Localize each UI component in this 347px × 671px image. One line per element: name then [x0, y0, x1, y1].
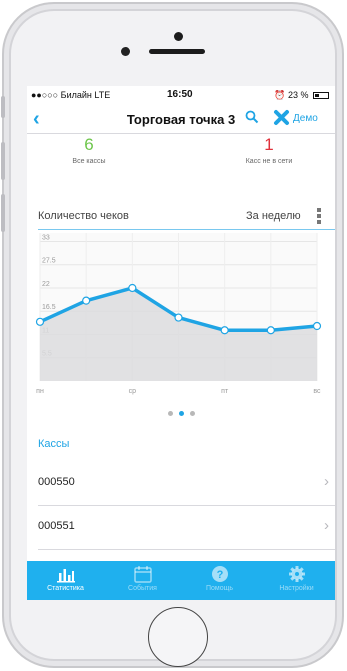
- chevron-right-icon: ›: [324, 473, 329, 490]
- chevron-right-icon: ›: [324, 517, 329, 534]
- demo-button[interactable]: Демо: [293, 113, 318, 124]
- more-menu-icon[interactable]: [317, 208, 321, 224]
- tab-bar: Статистика События ? Помощь Настройки: [27, 561, 335, 600]
- battery-icon: [313, 92, 329, 100]
- clock: 16:50: [167, 89, 193, 100]
- volume-up-button: [1, 142, 5, 180]
- page-dot[interactable]: [167, 411, 173, 416]
- data-point: [82, 296, 91, 305]
- tab-label: Статистика: [47, 585, 84, 592]
- x-tick-label: пн: [36, 388, 44, 395]
- stat-value: 1: [264, 135, 274, 154]
- battery-percent: 23 %: [287, 90, 309, 100]
- stat-label: Касс не в сети: [245, 158, 293, 165]
- y-tick-label: 16.5: [42, 304, 56, 311]
- home-button[interactable]: [148, 607, 208, 667]
- status-bar: ●●○○○ Билайн LTE 16:50 ⏰ 23 %: [27, 86, 335, 104]
- volume-down-button: [1, 194, 5, 232]
- registers-section-title: Кассы: [38, 438, 70, 450]
- calendar-icon: [133, 566, 152, 583]
- data-point: [220, 326, 229, 335]
- period-selector[interactable]: За неделю: [246, 210, 301, 222]
- stat-all-registers[interactable]: 6 Все кассы: [29, 135, 149, 166]
- tab-help[interactable]: ? Помощь: [181, 561, 258, 600]
- data-point: [128, 283, 137, 293]
- tab-label: Помощь: [205, 585, 234, 592]
- data-point: [174, 313, 183, 322]
- stat-label: Все кассы: [72, 158, 106, 165]
- app-screen: ●●○○○ Билайн LTE 16:50 ⏰ 23 % ‹ Торговая…: [27, 86, 335, 600]
- receipts-chart: 5.51116.52227.533пнсрптвс: [35, 233, 322, 395]
- alarm-icon: ⏰: [274, 90, 286, 100]
- y-tick-label: 22: [42, 281, 50, 288]
- tab-statistics[interactable]: Статистика: [27, 561, 104, 600]
- gear-icon: [288, 566, 305, 582]
- bar-chart-icon: [56, 569, 75, 583]
- register-code: 000550: [38, 476, 75, 488]
- x-tick-label: ср: [129, 388, 137, 395]
- help-icon: ?: [211, 566, 228, 582]
- data-point: [312, 321, 322, 331]
- svg-text:?: ?: [216, 569, 223, 581]
- chart-divider: [38, 229, 335, 230]
- carrier-label: ●●○○○ Билайн LTE: [31, 90, 111, 100]
- battery-status: ⏰ 23 %: [274, 90, 329, 101]
- mute-switch: [1, 96, 5, 118]
- register-code: 000551: [38, 520, 75, 532]
- y-tick-label: 33: [42, 234, 50, 241]
- register-row[interactable]: 000551 ›: [38, 506, 335, 550]
- page-dot[interactable]: [189, 411, 195, 416]
- stat-offline-registers[interactable]: 1 Касс не в сети: [209, 135, 329, 166]
- tab-label: События: [128, 585, 157, 592]
- stat-value: 6: [84, 135, 94, 154]
- tab-events[interactable]: События: [104, 561, 181, 600]
- register-row[interactable]: 000550 ›: [38, 462, 335, 506]
- search-icon[interactable]: [245, 110, 259, 129]
- close-demo-icon[interactable]: [273, 109, 290, 131]
- data-point: [35, 317, 45, 326]
- camera-dot: [174, 32, 183, 41]
- chart-title: Количество чеков: [38, 210, 129, 222]
- tab-label: Настройки: [279, 585, 314, 592]
- page-dot[interactable]: [178, 411, 184, 416]
- page-indicator[interactable]: [27, 403, 335, 421]
- x-tick-label: пт: [221, 388, 229, 395]
- data-point: [266, 326, 275, 335]
- x-tick-label: вс: [313, 388, 321, 395]
- earpiece-speaker: [149, 49, 205, 54]
- y-tick-label: 27.5: [42, 258, 56, 265]
- tab-settings[interactable]: Настройки: [258, 561, 335, 600]
- front-camera: [121, 47, 130, 56]
- nav-bar: ‹ Торговая точка 3 Демо: [27, 104, 335, 134]
